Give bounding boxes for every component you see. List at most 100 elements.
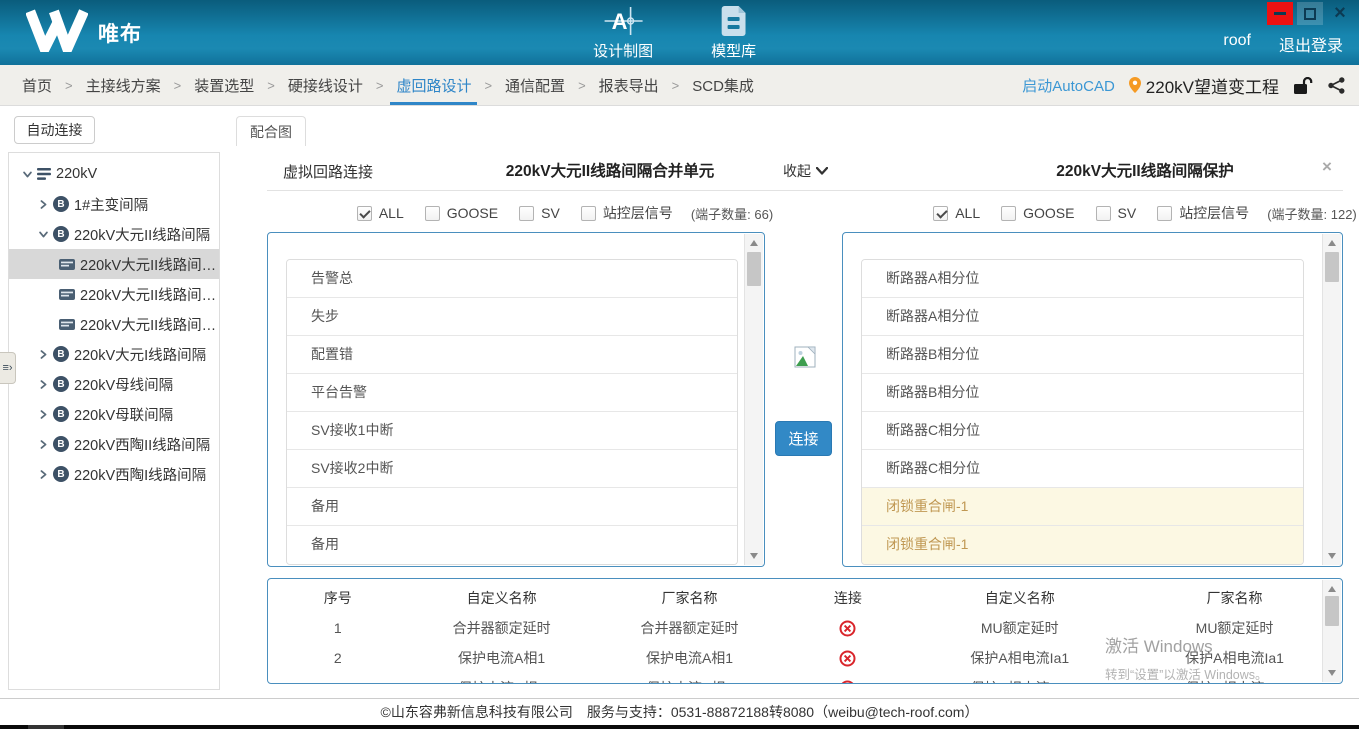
checkbox-station[interactable] <box>1157 206 1172 221</box>
breadcrumb-report-export[interactable]: 报表导出 <box>593 65 665 105</box>
window-minimize-button[interactable] <box>1267 2 1293 25</box>
list-item-highlighted[interactable]: 闭锁重合闸-1 <box>862 488 1303 526</box>
chevron-right-icon[interactable] <box>35 439 51 450</box>
nav-design-drawing[interactable]: A 设计制图 <box>593 4 653 61</box>
table-row[interactable]: 2 保护电流A相1 保护电流A相1 保护A相电流Ia1 保护A相电流Ia1 <box>268 643 1342 673</box>
disconnected-icon[interactable] <box>839 680 856 684</box>
list-item[interactable]: 配置错 <box>287 336 737 374</box>
chevron-right-icon[interactable] <box>35 349 51 360</box>
scroll-thumb[interactable] <box>1325 596 1339 626</box>
list-item[interactable]: 断路器C相分位 <box>862 450 1303 488</box>
scroll-up-arrow[interactable] <box>1323 582 1341 596</box>
checkbox-goose[interactable] <box>425 206 440 221</box>
breadcrumb-communication-config[interactable]: 通信配置 <box>499 65 571 105</box>
list-item[interactable]: 备用 <box>287 488 737 526</box>
chevron-down-icon[interactable] <box>35 229 51 240</box>
device-icon <box>59 319 75 330</box>
table-row[interactable]: 1 合并器额定延时 合并器额定延时 MU额定延时 MU额定延时 <box>268 613 1342 643</box>
tree-item-dayuan2-protection-selected[interactable]: 220kV大元II线路间隔保... <box>9 249 219 279</box>
scroll-down-arrow[interactable] <box>1323 666 1341 680</box>
chevron-right-icon[interactable] <box>35 409 51 420</box>
disconnected-icon[interactable] <box>839 620 856 637</box>
tree-item-bus-coupler-bay[interactable]: B 220kV母联间隔 <box>9 399 219 429</box>
breadcrumb-scd-integration[interactable]: SCD集成 <box>686 65 760 105</box>
tree-item-xitao1-bay[interactable]: B 220kV西陶I线路间隔 <box>9 459 219 489</box>
sidebar-collapse-handle[interactable]: ≡› <box>0 352 16 384</box>
tree-item-dayuan2-merging-unit[interactable]: 220kV大元II线路间隔合... <box>9 309 219 339</box>
cell-vendor-left: 合并器额定延时 <box>596 618 784 638</box>
tree-item-dayuan2-smart-terminal[interactable]: 220kV大元II线路间隔智... <box>9 279 219 309</box>
tree-item-dayuan2-bay[interactable]: B 220kV大元II线路间隔 <box>9 219 219 249</box>
launch-autocad-link[interactable]: 启动AutoCAD <box>1022 75 1115 96</box>
panel-close-button[interactable]: × <box>1322 157 1332 177</box>
auto-connect-button[interactable]: 自动连接 <box>14 116 95 144</box>
tree-item-220kv[interactable]: 220kV <box>9 159 219 189</box>
list-item[interactable]: 告警总 <box>287 260 737 298</box>
list-item[interactable]: 失步 <box>287 298 737 336</box>
filter-all-left[interactable]: ALL <box>357 205 404 221</box>
nav-model-library[interactable]: 模型库 <box>711 4 756 61</box>
checkbox-sv[interactable] <box>1096 206 1111 221</box>
tab-coordination-diagram[interactable]: 配合图 <box>236 116 306 146</box>
list-item[interactable]: 平台告警 <box>287 374 737 412</box>
svg-text:A: A <box>611 9 627 34</box>
left-list-scrollbar[interactable] <box>744 234 763 565</box>
list-item[interactable]: 断路器A相分位 <box>862 260 1303 298</box>
checkbox-all-checked[interactable] <box>357 206 372 221</box>
scroll-thumb[interactable] <box>747 252 761 286</box>
cell-vendor-left: 保护电流A相1 <box>596 648 784 668</box>
list-item-highlighted[interactable]: 闭锁重合闸-1 <box>862 526 1303 564</box>
breadcrumb-virtual-circuit-active[interactable]: 虚回路设计 <box>390 65 477 105</box>
list-item[interactable]: SV接收1中断 <box>287 412 737 450</box>
list-item[interactable]: 断路器A相分位 <box>862 298 1303 336</box>
window-close-button[interactable]: × <box>1327 2 1353 25</box>
window-maximize-button[interactable] <box>1297 2 1323 25</box>
filter-all-right[interactable]: ALL <box>933 205 980 221</box>
table-scrollbar[interactable] <box>1322 580 1341 682</box>
scroll-down-arrow[interactable] <box>1323 549 1341 563</box>
filter-sv-right[interactable]: SV <box>1096 205 1137 221</box>
scroll-up-arrow[interactable] <box>745 236 763 250</box>
username[interactable]: roof <box>1223 32 1251 56</box>
breadcrumb-home[interactable]: 首页 <box>16 65 58 105</box>
breadcrumb-hard-wiring[interactable]: 硬接线设计 <box>282 65 369 105</box>
disconnected-icon[interactable] <box>839 650 856 667</box>
chevron-right-icon[interactable] <box>35 199 51 210</box>
checkbox-goose[interactable] <box>1001 206 1016 221</box>
project-selector[interactable]: 220kV望道变工程 <box>1129 73 1279 98</box>
connect-button[interactable]: 连接 <box>775 421 832 456</box>
filter-goose-left[interactable]: GOOSE <box>425 205 498 221</box>
checkbox-all-checked[interactable] <box>933 206 948 221</box>
logout-link[interactable]: 退出登录 <box>1279 32 1343 56</box>
list-item[interactable]: SV接收2中断 <box>287 450 737 488</box>
filter-sv-left[interactable]: SV <box>519 205 560 221</box>
brand[interactable]: 唯布 <box>26 8 142 52</box>
list-item[interactable]: 断路器C相分位 <box>862 412 1303 450</box>
tree-item-main-transformer-bay[interactable]: B 1#主变间隔 <box>9 189 219 219</box>
list-item[interactable]: 断路器B相分位 <box>862 336 1303 374</box>
scroll-up-arrow[interactable] <box>1323 236 1341 250</box>
unlock-button[interactable] <box>1293 77 1314 94</box>
chevron-down-icon[interactable] <box>19 169 35 180</box>
bay-icon: B <box>53 406 69 422</box>
breadcrumb-device-selection[interactable]: 装置选型 <box>188 65 260 105</box>
right-list-scrollbar[interactable] <box>1322 234 1341 565</box>
list-item[interactable]: 备用 <box>287 526 737 564</box>
breadcrumb-main-wiring[interactable]: 主接线方案 <box>80 65 167 105</box>
table-row[interactable]: 3 保护电流A相2 保护电流A相2 保护A相电流Ia2 保护A相电流Ia2 <box>268 673 1342 684</box>
tree-item-dayuan1-bay[interactable]: B 220kV大元I线路间隔 <box>9 339 219 369</box>
scroll-thumb[interactable] <box>1325 252 1339 282</box>
tree-item-busbar-bay[interactable]: B 220kV母线间隔 <box>9 369 219 399</box>
tree-item-xitao2-bay[interactable]: B 220kV西陶II线路间隔 <box>9 429 219 459</box>
filter-goose-right[interactable]: GOOSE <box>1001 205 1074 221</box>
checkbox-sv[interactable] <box>519 206 534 221</box>
list-item[interactable]: 断路器B相分位 <box>862 374 1303 412</box>
chevron-right-icon[interactable] <box>35 469 51 480</box>
chevron-right-icon[interactable] <box>35 379 51 390</box>
collapse-toggle[interactable]: 收起 <box>783 161 828 181</box>
share-button[interactable] <box>1328 77 1345 94</box>
checkbox-station[interactable] <box>581 206 596 221</box>
filter-station-left[interactable]: 站控层信号 <box>581 203 673 223</box>
scroll-down-arrow[interactable] <box>745 549 763 563</box>
filter-station-right[interactable]: 站控层信号 <box>1157 203 1249 223</box>
